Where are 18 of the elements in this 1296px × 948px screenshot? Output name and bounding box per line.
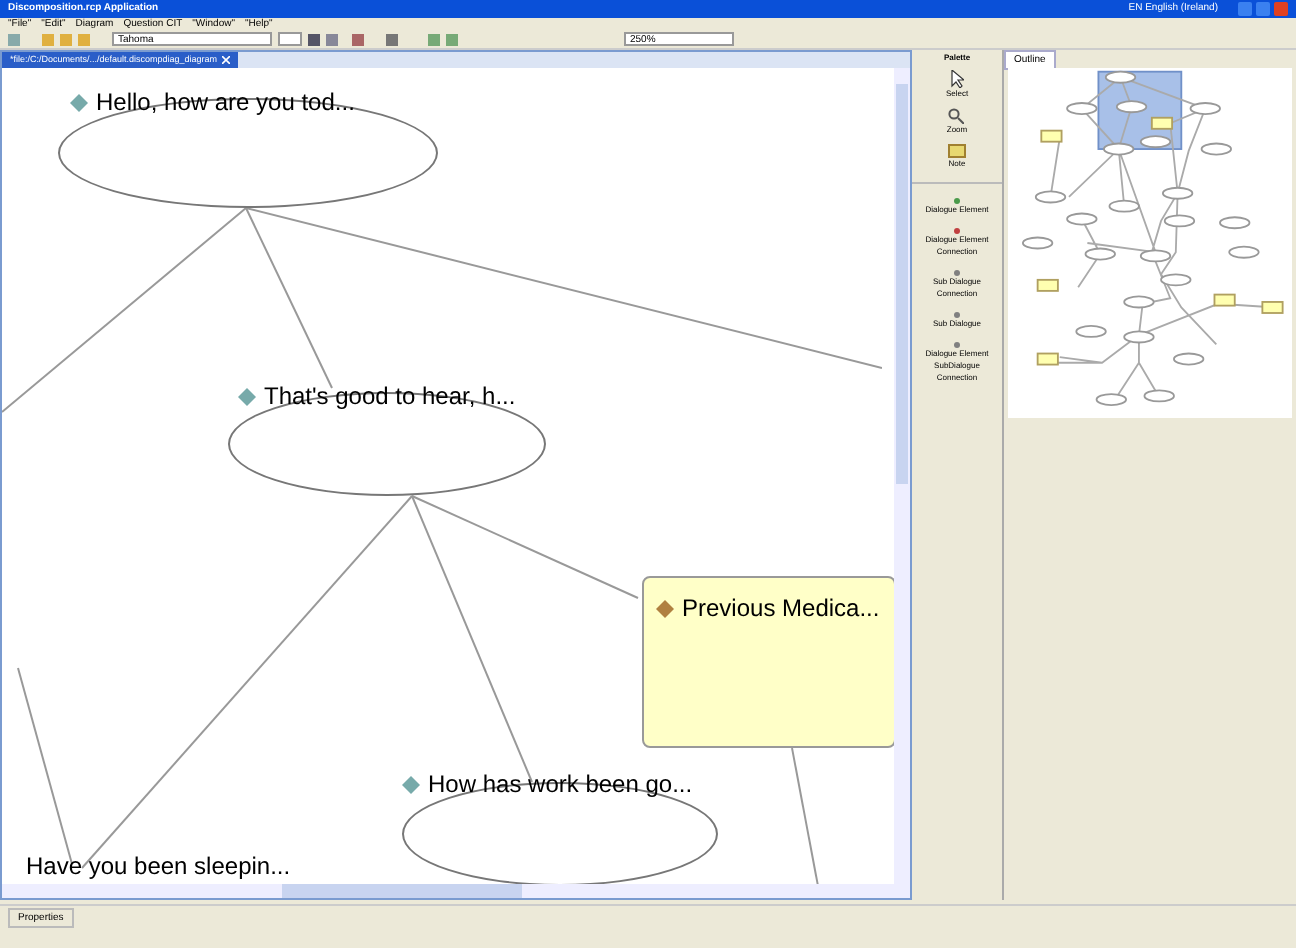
node-label: How has work been go...: [402, 766, 693, 802]
diamond-icon: [238, 387, 256, 405]
pointer-icon: [950, 70, 964, 88]
note-node[interactable]: Previous Medica...: [642, 576, 894, 748]
vertical-scrollbar[interactable]: [894, 68, 910, 884]
magnifier-icon: [948, 108, 965, 124]
horizontal-scrollbar[interactable]: [2, 884, 910, 898]
note-icon: [948, 144, 966, 158]
node-label: Hello, how are you tod...: [70, 84, 355, 120]
diamond-icon: [656, 599, 674, 617]
diamond-icon: [402, 775, 420, 793]
font-size-field[interactable]: [278, 32, 302, 46]
node-label: That's good to hear, h...: [238, 378, 516, 414]
node-label: Have you been sleepin...: [26, 850, 291, 884]
node-label: Previous Medica...: [656, 590, 880, 626]
close-button[interactable]: [1274, 2, 1288, 16]
diamond-icon: [70, 93, 88, 111]
close-icon[interactable]: [221, 56, 230, 64]
